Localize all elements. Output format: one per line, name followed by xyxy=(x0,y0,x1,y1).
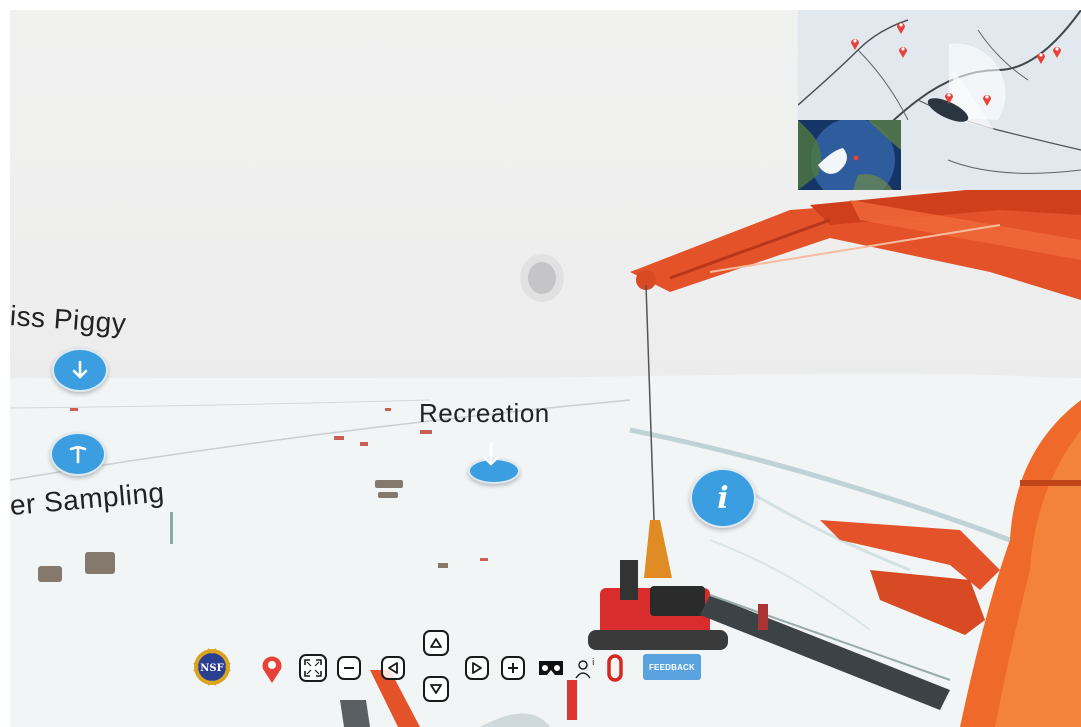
pan-right-button[interactable] xyxy=(465,656,489,680)
globe-image xyxy=(798,120,901,190)
map-pin-icon xyxy=(983,95,991,106)
zoom-in-button[interactable] xyxy=(501,656,525,680)
fullscreen-icon xyxy=(304,659,322,677)
hotspot-miss-piggy-button[interactable] xyxy=(52,348,108,392)
fullscreen-button[interactable] xyxy=(299,654,327,682)
minus-icon xyxy=(344,667,354,669)
nsf-logo-icon: NSF xyxy=(193,648,231,686)
control-toolbar: NSF i FEEDBACK xyxy=(193,630,713,720)
vr-headset-icon xyxy=(539,661,563,675)
map-pin-icon xyxy=(897,23,905,34)
pan-down-button[interactable] xyxy=(423,676,449,702)
globe-overview-map[interactable] xyxy=(798,120,901,190)
map-pin-icon xyxy=(851,39,859,50)
vr-mode-button[interactable] xyxy=(537,658,565,678)
triangle-left-icon xyxy=(388,662,398,674)
accessibility-button[interactable]: i xyxy=(575,656,597,680)
triangle-up-icon xyxy=(430,638,442,648)
red-o-icon xyxy=(607,654,623,682)
nsf-logo[interactable]: NSF xyxy=(193,648,231,686)
hotspot-label-recreation: Recreation xyxy=(419,398,550,428)
plus-icon xyxy=(508,663,518,673)
feedback-button[interactable]: FEEDBACK xyxy=(643,654,701,680)
pan-up-button[interactable] xyxy=(423,630,449,656)
info-hotspot-button[interactable]: i xyxy=(690,468,756,528)
arrow-down-icon xyxy=(483,442,499,466)
map-pin-icon xyxy=(262,656,282,683)
svg-text:i: i xyxy=(592,658,595,668)
pan-left-button[interactable] xyxy=(381,656,405,680)
zoom-out-button[interactable] xyxy=(337,656,361,680)
arrow-down-icon xyxy=(72,360,88,379)
brand-button[interactable] xyxy=(607,654,623,682)
nsf-logo-text: NSF xyxy=(200,663,223,674)
arrow-up-icon xyxy=(69,445,87,464)
hotspot-water-sampling-button[interactable] xyxy=(50,432,106,476)
map-pin-icon xyxy=(945,93,953,104)
map-pin-icon xyxy=(899,47,907,58)
map-pin-icon xyxy=(1053,47,1061,58)
triangle-right-icon xyxy=(472,662,482,674)
panorama-viewer[interactable]: iss Piggy er Sampling Recreation i NSF i… xyxy=(10,10,1081,727)
map-pin-icon xyxy=(1037,53,1045,64)
person-info-icon: i xyxy=(575,658,595,679)
triangle-down-icon xyxy=(430,684,442,694)
location-pin-button[interactable] xyxy=(261,654,283,684)
info-icon: i xyxy=(717,480,729,516)
